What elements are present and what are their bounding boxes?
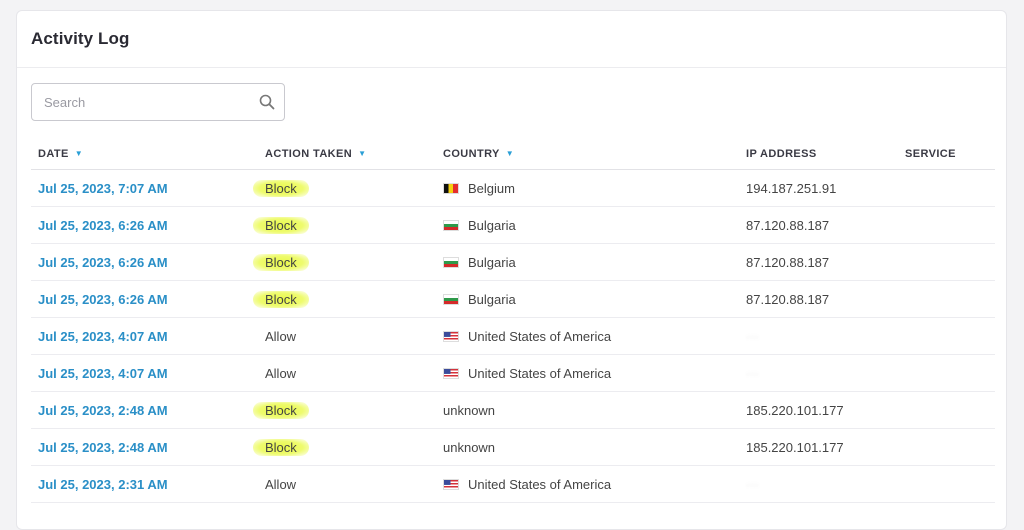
redacted-ip: ··· xyxy=(746,365,759,381)
column-header-service: SERVICE xyxy=(898,139,995,170)
table-row: Jul 25, 2023, 6:26 AM Block Bulgaria 87.120… xyxy=(31,280,995,318)
action-cell: Allow xyxy=(258,317,436,355)
ip-cell: ··· xyxy=(739,465,898,503)
action-cell: Allow xyxy=(258,354,436,392)
ip-cell: 87.120.88.187 xyxy=(739,243,898,281)
card-header: Activity Log xyxy=(17,11,1006,68)
country-cell: Bulgaria xyxy=(436,206,739,244)
country-name: United States of America xyxy=(468,365,612,381)
action-text: Allow xyxy=(265,328,297,344)
search-box[interactable] xyxy=(31,83,285,121)
flag-icon xyxy=(443,478,459,490)
service-cell xyxy=(898,317,995,355)
service-cell xyxy=(898,354,995,392)
country-name: Bulgaria xyxy=(468,291,516,307)
service-cell xyxy=(898,391,995,429)
action-cell: Block xyxy=(253,428,436,466)
action-cell: Block xyxy=(253,206,436,244)
search-icon[interactable] xyxy=(250,84,284,120)
service-cell xyxy=(898,169,995,207)
flag-icon xyxy=(443,367,459,379)
country-name: unknown xyxy=(443,402,496,418)
flag-icon xyxy=(443,293,459,305)
action-badge: Block xyxy=(253,253,309,271)
table-row: Jul 25, 2023, 4:07 AM Allow United States … xyxy=(31,354,995,392)
table-row: Jul 25, 2023, 6:26 AM Block Bulgaria 87.120… xyxy=(31,243,995,281)
action-text: Allow xyxy=(265,476,297,492)
country-name: Bulgaria xyxy=(468,217,516,233)
table-header-row: DATE ▼ ACTION TAKEN ▼ COUNTRY ▼ IP ADDRESS … xyxy=(31,139,995,170)
service-cell xyxy=(898,206,995,244)
flag-icon xyxy=(443,256,459,268)
action-cell: Block xyxy=(253,243,436,281)
table-row: Jul 25, 2023, 2:48 AM Block unknown 185.220… xyxy=(31,391,995,429)
column-header-action[interactable]: ACTION TAKEN ▼ xyxy=(258,139,436,170)
search-input[interactable] xyxy=(32,84,250,120)
country-name: United States of America xyxy=(468,476,612,492)
action-badge: Block xyxy=(253,216,309,234)
action-text: Allow xyxy=(265,365,297,381)
action-cell: Block xyxy=(253,391,436,429)
date-link[interactable]: Jul 25, 2023, 2:48 AM xyxy=(31,428,258,466)
country-name: Bulgaria xyxy=(468,254,516,270)
page-title: Activity Log xyxy=(31,29,130,48)
date-link[interactable]: Jul 25, 2023, 2:48 AM xyxy=(31,391,258,429)
flag-icon xyxy=(443,330,459,342)
action-cell: Block xyxy=(253,280,436,318)
date-link[interactable]: Jul 25, 2023, 4:07 AM xyxy=(31,354,258,392)
country-cell: United States of America xyxy=(436,354,739,392)
column-header-country[interactable]: COUNTRY ▼ xyxy=(436,139,739,170)
country-name: United States of America xyxy=(468,328,612,344)
sort-icon[interactable]: ▼ xyxy=(506,149,514,158)
date-link[interactable]: Jul 25, 2023, 2:31 AM xyxy=(31,465,258,503)
date-link[interactable]: Jul 25, 2023, 6:26 AM xyxy=(31,243,258,281)
action-badge: Block xyxy=(253,401,309,419)
sort-icon[interactable]: ▼ xyxy=(358,149,366,158)
redacted-ip: ··· xyxy=(746,476,759,492)
country-cell: Bulgaria xyxy=(436,243,739,281)
activity-log-card: Activity Log DATE▼ ACTION TAKEN▼ COUNTRY… xyxy=(16,10,1007,530)
table-row: Jul 25, 2023, 6:26 AM Block Bulgaria 87.120… xyxy=(31,206,995,244)
ip-cell: ··· xyxy=(739,317,898,355)
action-badge: Block xyxy=(253,290,309,308)
action-badge: Block xyxy=(253,438,309,456)
sort-icon[interactable]: ▼ xyxy=(75,149,83,158)
country-name: Belgium xyxy=(468,180,515,196)
service-cell xyxy=(898,465,995,503)
service-cell xyxy=(898,280,995,318)
table-row: Jul 25, 2023, 4:07 AM Allow United States … xyxy=(31,317,995,355)
country-name: unknown xyxy=(443,439,496,455)
column-header-ip: IP ADDRESS xyxy=(739,139,898,170)
action-cell: Allow xyxy=(258,465,436,503)
action-badge: Block xyxy=(253,179,309,197)
service-cell xyxy=(898,243,995,281)
country-cell: unknown xyxy=(436,428,739,466)
table-row: Jul 25, 2023, 2:31 AM Allow United States … xyxy=(31,465,995,503)
country-cell: Bulgaria xyxy=(436,280,739,318)
country-cell: Belgium xyxy=(436,169,739,207)
country-cell: United States of America xyxy=(436,317,739,355)
redacted-ip: ··· xyxy=(746,328,759,344)
ip-cell: ··· xyxy=(739,354,898,392)
ip-cell: 87.120.88.187 xyxy=(739,280,898,318)
date-link[interactable]: Jul 25, 2023, 6:26 AM xyxy=(31,206,258,244)
flag-icon xyxy=(443,219,459,231)
country-cell: unknown xyxy=(436,391,739,429)
date-link[interactable]: Jul 25, 2023, 7:07 AM xyxy=(31,169,258,207)
table-row: Jul 25, 2023, 2:48 AM Block unknown 185.220… xyxy=(31,428,995,466)
service-cell xyxy=(898,428,995,466)
date-link[interactable]: Jul 25, 2023, 4:07 AM xyxy=(31,317,258,355)
table-row: Jul 25, 2023, 7:07 AM Block Belgium 194.187… xyxy=(31,169,995,207)
flag-icon xyxy=(443,182,459,194)
action-cell: Block xyxy=(253,169,436,207)
country-cell: United States of America xyxy=(436,465,739,503)
column-header-date[interactable]: DATE ▼ xyxy=(31,139,258,170)
ip-cell: 185.220.101.177 xyxy=(739,391,898,429)
ip-cell: 194.187.251.91 xyxy=(739,169,898,207)
activity-table: DATE ▼ ACTION TAKEN ▼ COUNTRY ▼ IP ADDRESS … xyxy=(31,139,995,503)
date-link[interactable]: Jul 25, 2023, 6:26 AM xyxy=(31,280,258,318)
ip-cell: 185.220.101.177 xyxy=(739,428,898,466)
ip-cell: 87.120.88.187 xyxy=(739,206,898,244)
